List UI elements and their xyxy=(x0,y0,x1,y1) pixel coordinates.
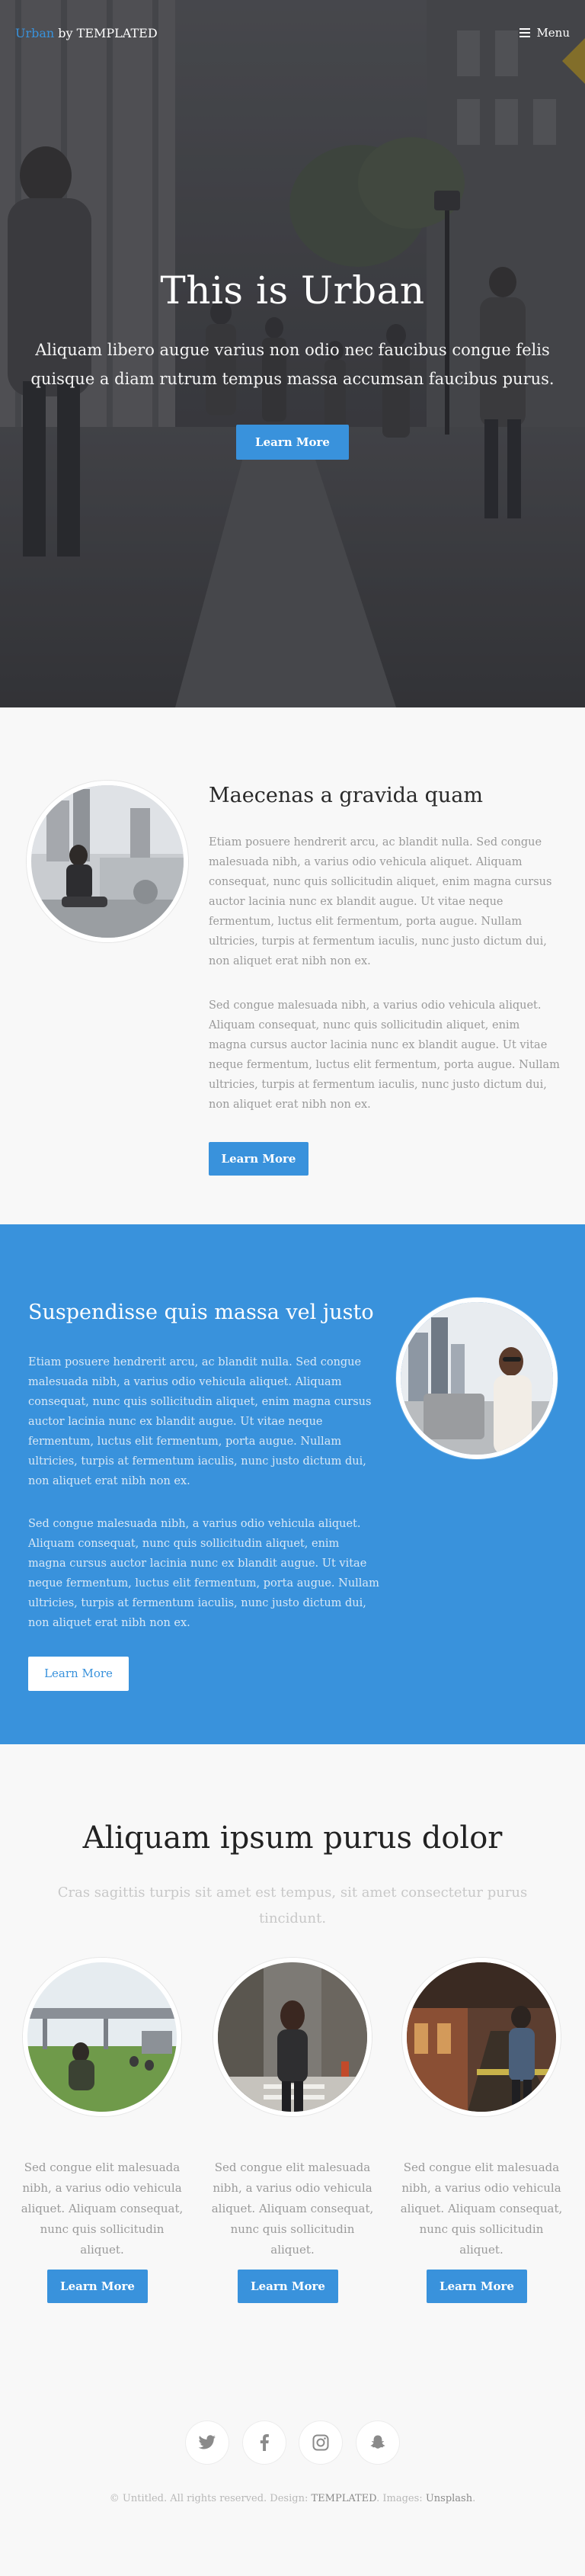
section-one-learn-more-button[interactable]: Learn More xyxy=(209,1142,308,1176)
copyright-prefix: © Untitled. All rights reserved. Design: xyxy=(109,2493,312,2504)
logo-brand: Urban xyxy=(15,26,55,40)
hero-title: This is Urban xyxy=(160,268,425,313)
section-one-paragraph-1: Etiam posuere hendrerit arcu, ac blandit… xyxy=(209,836,552,967)
hero-text: Aliquam libero augue varius non odio nec… xyxy=(30,341,555,388)
man-subway-image xyxy=(402,1958,561,2116)
section-two-paragraph-1: Etiam posuere hendrerit arcu, ac blandit… xyxy=(28,1356,372,1487)
feature-card: Sed congue elit malesuada nibh, a varius… xyxy=(18,1958,186,2303)
man-in-park-image xyxy=(23,1958,181,2116)
site-header: Urban by TEMPLATED Menu xyxy=(0,0,585,69)
feature-card-text: Sed congue elit malesuada nibh, a varius… xyxy=(21,2161,184,2257)
woman-street-image xyxy=(213,1958,372,2116)
social-links xyxy=(186,2421,399,2464)
hero-learn-more-button[interactable]: Learn More xyxy=(236,425,349,460)
facebook-icon[interactable] xyxy=(242,2421,286,2464)
copyright-suffix: . xyxy=(472,2493,476,2504)
menu-label: Menu xyxy=(536,26,570,40)
site-logo[interactable]: Urban by TEMPLATED xyxy=(15,26,158,40)
feature-card-learn-more-button[interactable]: Learn More xyxy=(47,2270,148,2303)
feature-section-two: Suspendisse quis massa vel justo Etiam p… xyxy=(0,1224,585,1744)
design-link[interactable]: TEMPLATED xyxy=(311,2493,376,2504)
woman-sitting-image xyxy=(27,781,188,942)
section-three-heading: Aliquam ipsum purus dolor xyxy=(82,1821,503,1856)
feature-card-text: Sed congue elit malesuada nibh, a varius… xyxy=(211,2161,374,2257)
section-one-heading: Maecenas a gravida quam xyxy=(209,784,483,807)
copyright-text: © Untitled. All rights reserved. Design:… xyxy=(0,2493,585,2504)
section-one-paragraph-2: Sed congue malesuada nibh, a varius odio… xyxy=(209,999,560,1111)
logo-byline: by TEMPLATED xyxy=(54,26,158,40)
hero-banner: Urban by TEMPLATED Menu This is Urban Al… xyxy=(0,0,585,707)
snapchat-icon[interactable] xyxy=(356,2421,399,2464)
images-link[interactable]: Unsplash xyxy=(426,2493,472,2504)
site-footer: © Untitled. All rights reserved. Design:… xyxy=(0,2354,585,2576)
menu-button[interactable]: Menu xyxy=(519,26,570,40)
woman-skyline-image xyxy=(396,1298,558,1459)
feature-card-text: Sed congue elit malesuada nibh, a varius… xyxy=(400,2161,563,2257)
feature-card-learn-more-button[interactable]: Learn More xyxy=(427,2270,527,2303)
section-two-paragraph-2: Sed congue malesuada nibh, a varius odio… xyxy=(28,1518,379,1629)
twitter-icon[interactable] xyxy=(186,2421,229,2464)
section-two-heading: Suspendisse quis massa vel justo xyxy=(28,1301,374,1324)
feature-section-one: Maecenas a gravida quam Etiam posuere he… xyxy=(0,707,585,1224)
feature-card-learn-more-button[interactable]: Learn More xyxy=(238,2270,338,2303)
section-three-subtitle: Cras sagittis turpis sit amet est tempus… xyxy=(57,1885,528,1926)
instagram-icon[interactable] xyxy=(299,2421,343,2464)
feature-section-three: Aliquam ipsum purus dolor Cras sagittis … xyxy=(0,1744,585,2354)
images-prefix: . Images: xyxy=(376,2493,426,2504)
feature-card: Sed congue elit malesuada nibh, a varius… xyxy=(209,1958,376,2303)
section-two-learn-more-button[interactable]: Learn More xyxy=(28,1657,129,1691)
feature-card: Sed congue elit malesuada nibh, a varius… xyxy=(398,1958,565,2303)
hamburger-icon xyxy=(519,28,531,37)
